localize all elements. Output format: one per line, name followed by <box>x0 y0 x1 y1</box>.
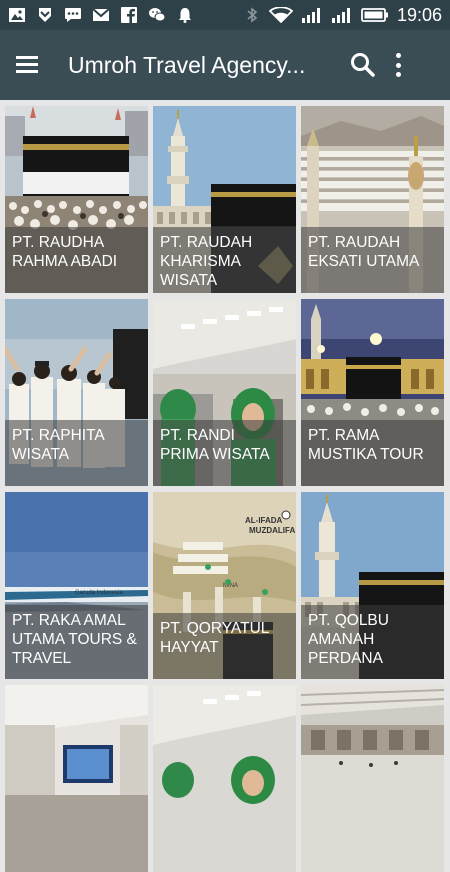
agency-tile[interactable]: Garuda Indonesia PT. RAKA AMAL UTAMA TOU… <box>5 492 148 679</box>
clock: 19:06 <box>396 4 442 25</box>
more-options-icon[interactable] <box>394 53 402 77</box>
menu-icon[interactable] <box>14 55 40 75</box>
signal-icon-2 <box>331 8 350 23</box>
image-icon <box>9 8 25 22</box>
tile-label: PT. RAPHITA WISATA <box>5 420 148 486</box>
map-label-muzdalifa: MUZDALIFA <box>249 526 295 535</box>
wechat-icon <box>149 8 166 22</box>
agency-tile[interactable]: AL-IFADA MUZDALIFA MINA PT. QORYATUL HAY… <box>153 492 296 679</box>
shield-icon <box>39 8 51 22</box>
system-icons: 19:06 <box>243 5 442 26</box>
signal-icon <box>301 8 320 23</box>
map-label-mina: MINA <box>223 583 238 589</box>
agency-tile[interactable] <box>153 685 296 872</box>
agency-tile[interactable]: PT. RAPHITA WISATA <box>5 299 148 486</box>
battery-icon <box>361 8 388 22</box>
agency-tile[interactable] <box>5 685 148 872</box>
app-title: Umroh Travel Agency... <box>68 51 306 78</box>
agency-tile[interactable]: PT. QOLBU AMANAH PERDANA <box>301 492 444 679</box>
status-bar: 19:06 <box>0 0 450 30</box>
tile-label: PT. RAUDAH KHARISMA WISATA <box>153 227 296 293</box>
bluetooth-icon <box>247 7 258 23</box>
agency-tile[interactable]: PT. RAUDAH EKSATI UTAMA <box>301 106 444 293</box>
tile-label: PT. RAKA AMAL UTAMA TOURS & TRAVEL <box>5 605 148 679</box>
agency-tile[interactable]: PT. RAUDAH KHARISMA WISATA <box>153 106 296 293</box>
plane-livery-text: Garuda Indonesia <box>75 590 123 596</box>
app-bar: Umroh Travel Agency... <box>0 30 450 100</box>
wifi-icon <box>268 7 293 23</box>
tile-label: PT. RANDI PRIMA WISATA <box>153 420 296 486</box>
agency-tile[interactable]: PT. RAUDHA RAHMA ABADI <box>5 106 148 293</box>
tile-label: PT. RAMA MUSTIKA TOUR <box>301 420 444 486</box>
tile-label: PT. RAUDHA RAHMA ABADI <box>5 227 148 293</box>
agency-tile[interactable] <box>301 685 444 872</box>
tile-label: PT. QORYATUL HAYYAT <box>153 613 296 679</box>
agency-grid: PT. RAUDHA RAHMA ABADI PT. RAUDAH KHARIS… <box>5 106 445 872</box>
map-label-ifada: AL-IFADA <box>245 516 283 525</box>
terminal-photo <box>301 685 444 872</box>
bell-icon <box>179 8 191 23</box>
agency-tile[interactable]: PT. RANDI PRIMA WISATA <box>153 299 296 486</box>
chat-icon <box>65 8 81 22</box>
tile-label: PT. RAUDAH EKSATI UTAMA <box>301 227 444 293</box>
facebook-icon <box>121 7 137 23</box>
gmail-icon <box>92 8 110 21</box>
passenger-photo <box>153 685 296 872</box>
seminar-photo <box>5 685 148 872</box>
search-icon[interactable] <box>350 52 376 78</box>
notification-icons <box>8 7 194 23</box>
tile-label: PT. QOLBU AMANAH PERDANA <box>301 605 444 679</box>
agency-tile[interactable]: PT. RAMA MUSTIKA TOUR <box>301 299 444 486</box>
